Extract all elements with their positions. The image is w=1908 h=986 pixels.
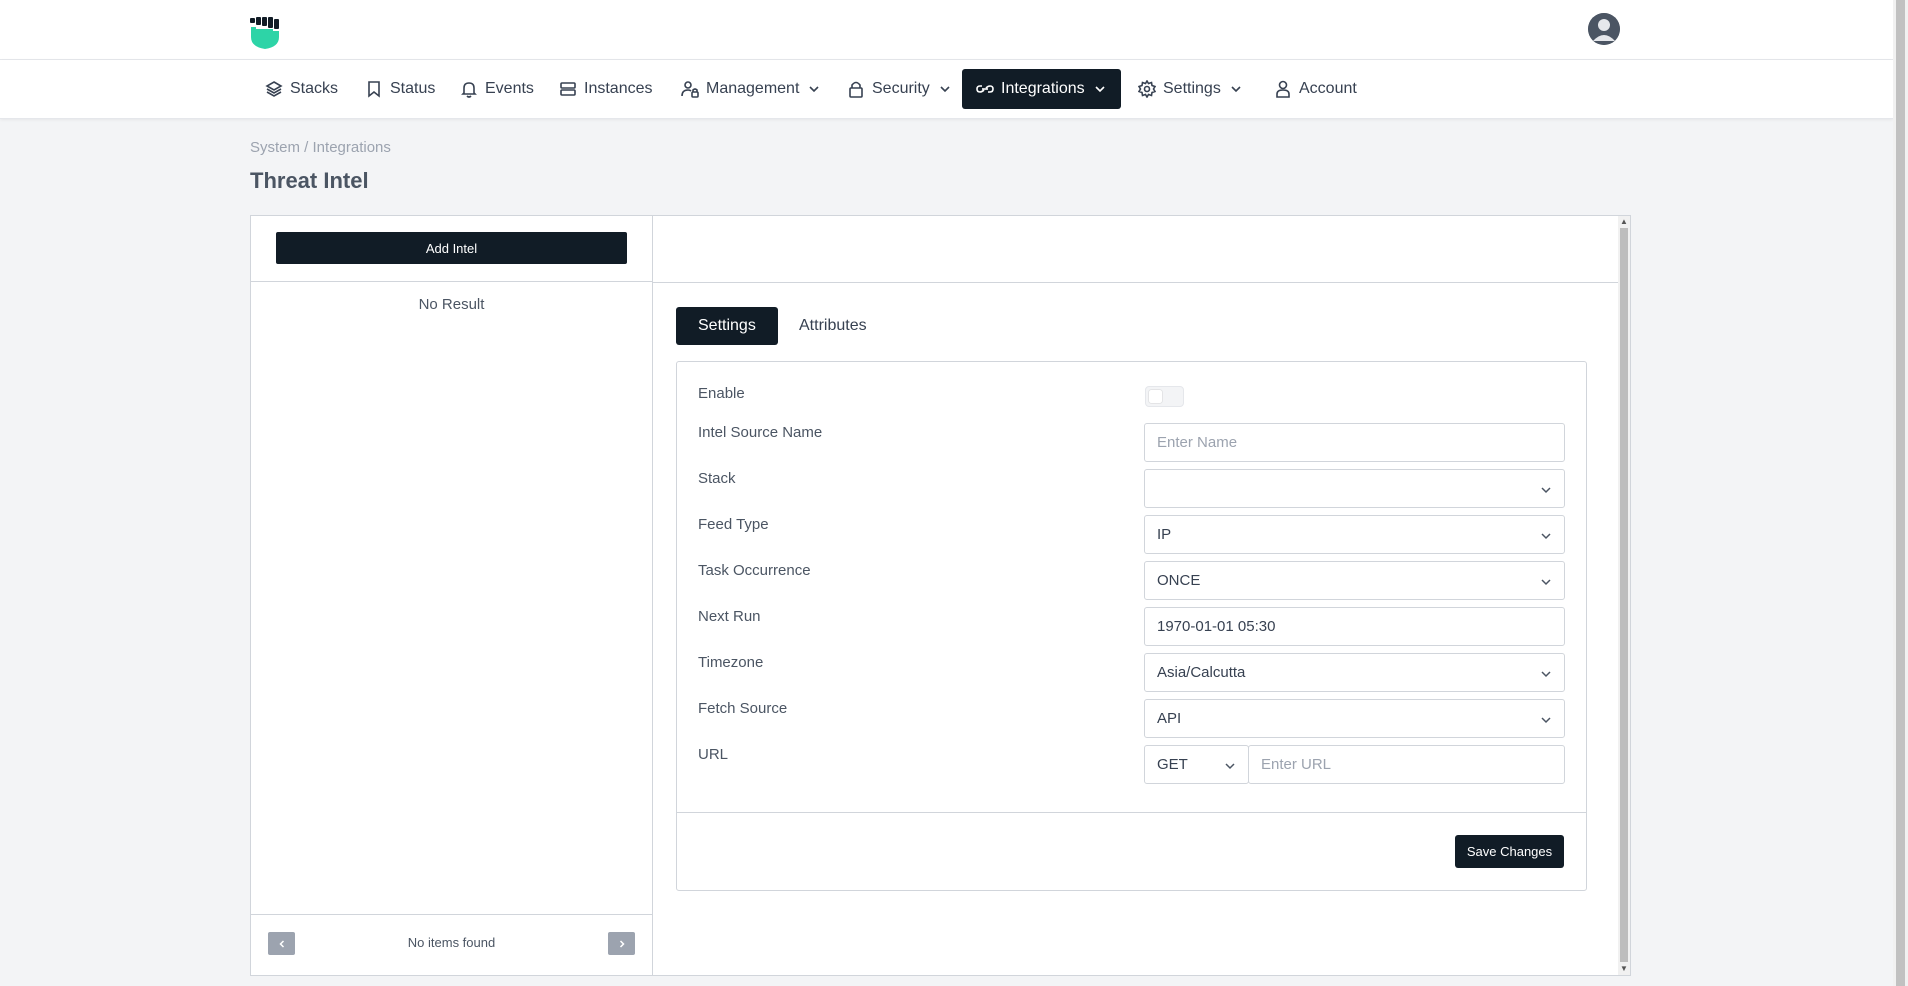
task-occurrence-label: Task Occurrence [698,562,811,579]
pagination: No items found [251,914,652,975]
prev-page-button[interactable] [268,932,295,955]
nav-item-security[interactable]: Security [833,69,965,109]
fetch-source-label: Fetch Source [698,700,788,717]
feed-type-select[interactable]: IP [1144,515,1565,554]
next-page-button[interactable] [608,932,635,955]
settings-form: Enable Intel Source Name Enter Name Stac… [676,361,1587,891]
enable-toggle[interactable] [1145,386,1184,407]
user-avatar-icon[interactable] [1588,13,1620,45]
chevron-down-icon [1540,575,1552,587]
shield-fist-icon[interactable] [250,17,280,49]
nav-item-account[interactable]: Account [1260,69,1371,109]
nav-item-integrations[interactable]: Integrations [962,69,1121,109]
add-intel-button[interactable]: Add Intel [276,232,627,264]
intel-list-panel: Add Intel No Result No items found [251,216,653,975]
page-title: Threat Intel [250,168,369,193]
chevron-left-icon [277,936,287,952]
chevron-down-icon [1094,83,1106,95]
feed-type-label: Feed Type [698,516,769,533]
toggle-knob [1149,390,1162,403]
next-run-label: Next Run [698,608,761,625]
http-method-select[interactable]: GET [1144,745,1249,784]
chevron-down-icon [939,83,951,95]
tab-settings[interactable]: Settings [676,307,778,345]
url-label: URL [698,746,729,763]
tab-attributes[interactable]: Attributes [777,307,889,345]
url-input[interactable]: Enter URL [1248,745,1565,784]
next-run-input[interactable]: 1970-01-01 05:30 [1144,607,1565,646]
nav-item-label: Status [390,80,436,97]
task-occurrence-value: ONCE [1157,572,1201,589]
detail-header [653,216,1619,283]
next-run-value: 1970-01-01 05:30 [1157,618,1276,635]
nav-item-label: Stacks [290,80,339,97]
nav-item-label: Settings [1163,80,1221,97]
scroll-thumb[interactable] [1620,228,1628,962]
nav-item-settings[interactable]: Settings [1124,69,1256,109]
nav-item-label: Account [1299,80,1357,97]
nav-item-events[interactable]: Events [446,69,548,109]
pagination-status: No items found [407,935,496,950]
enable-label: Enable [698,385,745,402]
main-nav: Stacks Status Events Instances Managemen… [0,60,1893,119]
chevron-down-icon [1540,667,1552,679]
page-scroll-thumb[interactable] [1896,0,1905,986]
nav-item-label: Security [872,80,930,97]
http-method-value: GET [1157,756,1188,773]
timezone-label: Timezone [698,654,764,671]
fetch-source-value: API [1157,710,1182,727]
server-icon [559,80,577,98]
intel-list-header: Add Intel [251,216,652,282]
save-changes-button[interactable]: Save Changes [1455,835,1564,868]
nav-item-status[interactable]: Status [351,69,449,109]
fetch-source-select[interactable]: API [1144,699,1565,738]
scroll-up-icon[interactable]: ▲ [1618,216,1630,228]
stack-label: Stack [698,470,736,487]
empty-state-text: No Result [418,296,485,313]
bell-icon [460,80,478,98]
form-divider [677,812,1586,813]
panel-scrollbar[interactable]: ▲ ▼ [1618,216,1630,975]
stack-select[interactable] [1144,469,1565,508]
nav-item-stacks[interactable]: Stacks [251,69,352,109]
timezone-select[interactable]: Asia/Calcutta [1144,653,1565,692]
chevron-down-icon [1540,529,1552,541]
chevron-down-icon [808,83,820,95]
chevron-down-icon [1230,83,1242,95]
feed-type-value: IP [1157,526,1172,543]
timezone-value: Asia/Calcutta [1157,664,1246,681]
link-icon [976,80,994,98]
nav-item-label: Integrations [1001,80,1085,97]
chevron-down-icon [1224,759,1236,771]
nav-item-management[interactable]: Management [667,69,834,109]
user-lock-icon [681,80,699,98]
gear-icon [1138,80,1156,98]
breadcrumb[interactable]: System / Integrations [250,139,391,156]
nav-item-label: Events [485,80,534,97]
intel-source-name-label: Intel Source Name [698,424,823,441]
user-icon [1274,80,1292,98]
chevron-right-icon [617,936,627,952]
nav-item-label: Instances [584,80,653,97]
lock-icon [847,80,865,98]
chevron-down-icon [1540,483,1552,495]
task-occurrence-select[interactable]: ONCE [1144,561,1565,600]
bookmark-icon [365,80,383,98]
layers-icon [265,80,283,98]
top-bar [0,0,1893,60]
chevron-down-icon [1540,713,1552,725]
scroll-down-icon[interactable]: ▼ [1618,963,1630,975]
nav-item-label: Management [706,80,800,97]
intel-source-name-input[interactable]: Enter Name [1144,423,1565,462]
page-scrollbar[interactable] [1893,0,1908,986]
nav-item-instances[interactable]: Instances [545,69,666,109]
intel-panel: Add Intel No Result No items found Setti… [250,215,1631,976]
